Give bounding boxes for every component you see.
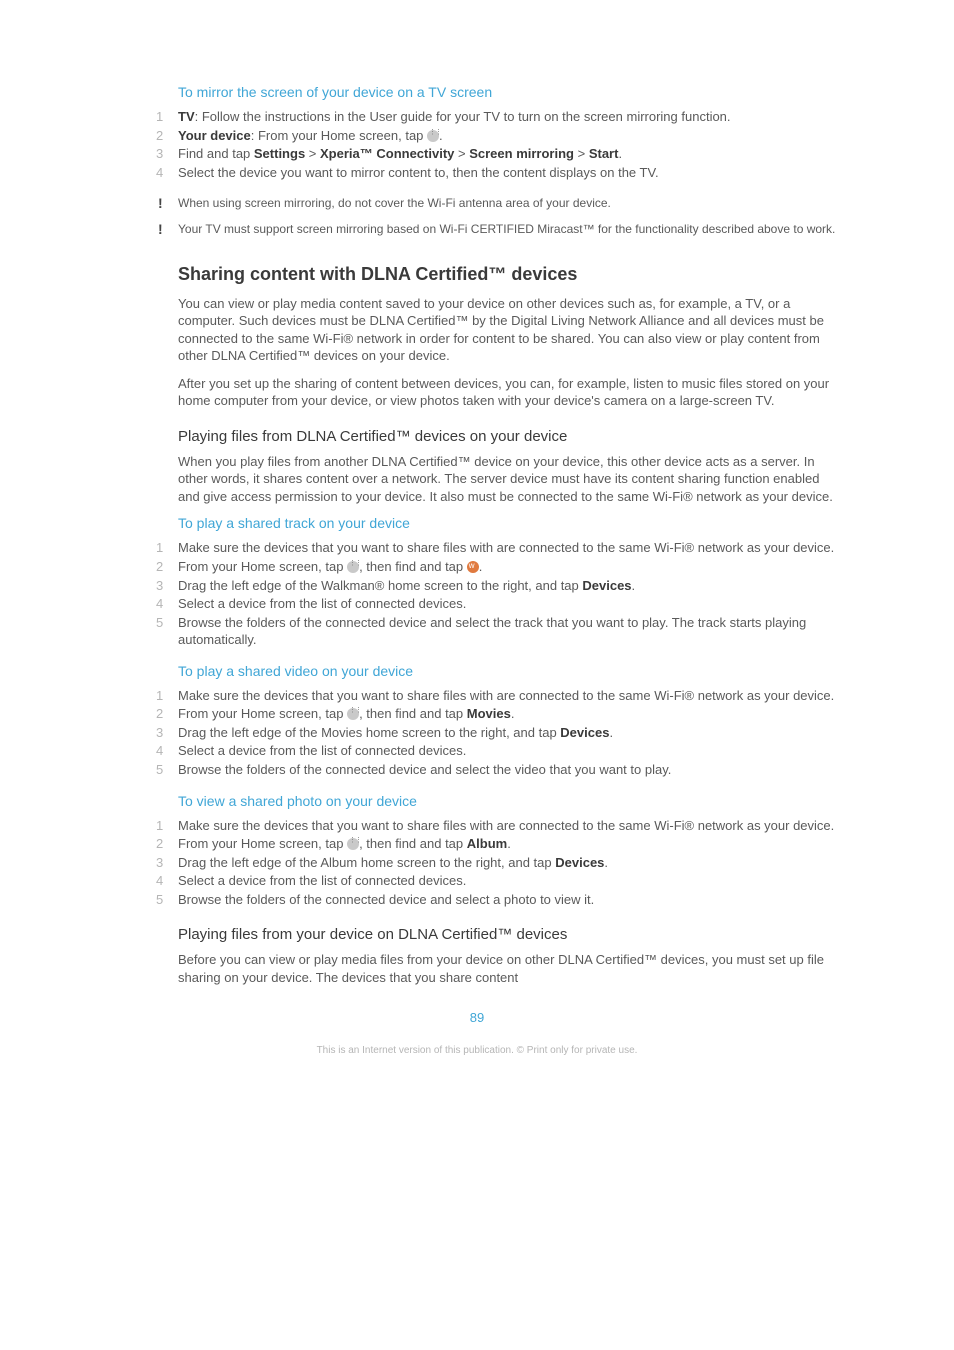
step-text: . [479,559,483,574]
steps-mirror: TV: Follow the instructions in the User … [110,108,844,181]
apps-icon [347,708,359,720]
walkman-icon [467,561,479,573]
step-text: . [507,836,511,851]
list-item: Browse the folders of the connected devi… [110,761,844,779]
list-item: Make sure the devices that you want to s… [110,817,844,835]
step-text: , then find and tap [359,836,467,851]
ui-label-devices: Devices [582,578,631,593]
step-label: Your device [178,128,251,143]
heading-play-on: Playing files from your device on DLNA C… [178,926,844,943]
list-item: Make sure the devices that you want to s… [110,539,844,557]
step-text: , then find and tap [359,559,467,574]
separator: > [574,146,589,161]
list-item: Drag the left edge of the Album home scr… [110,854,844,872]
step-text: : From your Home screen, tap [251,128,427,143]
procedure-title-photo: To view a shared photo on your device [178,793,844,809]
document-page: To mirror the screen of your device on a… [0,0,954,1350]
step-text: Drag the left edge of the Movies home sc… [178,725,560,740]
warning-text: When using screen mirroring, do not cove… [178,196,611,210]
list-item: Your device: From your Home screen, tap … [110,127,844,145]
step-text: From your Home screen, tap [178,559,347,574]
ui-label-devices: Devices [560,725,609,740]
warning-note: ! When using screen mirroring, do not cov… [110,195,844,211]
step-text: . [609,725,613,740]
list-item: Drag the left edge of the Walkman® home … [110,577,844,595]
ui-path-screen-mirroring: Screen mirroring [469,146,574,161]
steps-photo: Make sure the devices that you want to s… [110,817,844,909]
paragraph: After you set up the sharing of content … [178,375,844,410]
step-text: Drag the left edge of the Walkman® home … [178,578,582,593]
ui-path-start: Start [589,146,619,161]
steps-video: Make sure the devices that you want to s… [110,687,844,779]
footnote: This is an Internet version of this publ… [110,1045,844,1056]
list-item: Find and tap Settings > Xperia™ Connecti… [110,145,844,163]
apps-icon [347,561,359,573]
step-text: : Follow the instructions in the User gu… [195,109,731,124]
paragraph: You can view or play media content saved… [178,295,844,365]
step-text: . [618,146,622,161]
list-item: From your Home screen, tap , then find a… [110,558,844,576]
step-label: TV [178,109,195,124]
list-item: From your Home screen, tap , then find a… [110,835,844,853]
list-item: Make sure the devices that you want to s… [110,687,844,705]
exclamation-icon: ! [158,220,163,239]
heading-play-from: Playing files from DLNA Certified™ devic… [178,428,844,445]
apps-icon [347,838,359,850]
ui-label-album: Album [467,836,507,851]
procedure-title-mirror: To mirror the screen of your device on a… [178,84,844,100]
apps-icon [427,130,439,142]
exclamation-icon: ! [158,194,163,213]
paragraph: Before you can view or play media files … [178,951,844,986]
list-item: Select the device you want to mirror con… [110,164,844,182]
procedure-title-track: To play a shared track on your device [178,515,844,531]
list-item: TV: Follow the instructions in the User … [110,108,844,126]
page-number: 89 [110,1010,844,1025]
list-item: Select a device from the list of connect… [110,595,844,613]
procedure-title-video: To play a shared video on your device [178,663,844,679]
warning-note: ! Your TV must support screen mirroring b… [110,221,844,237]
ui-path-settings: Settings [254,146,305,161]
separator: > [305,146,320,161]
step-text: , then find and tap [359,706,467,721]
warning-text: Your TV must support screen mirroring ba… [178,222,835,236]
ui-label-devices: Devices [555,855,604,870]
step-text: Drag the left edge of the Album home scr… [178,855,555,870]
list-item: Drag the left edge of the Movies home sc… [110,724,844,742]
list-item: Select a device from the list of connect… [110,872,844,890]
step-text: Find and tap [178,146,254,161]
list-item: Browse the folders of the connected devi… [110,614,844,649]
step-text: From your Home screen, tap [178,836,347,851]
heading-dlna: Sharing content with DLNA Certified™ dev… [178,264,844,285]
steps-track: Make sure the devices that you want to s… [110,539,844,648]
ui-path-connectivity: Xperia™ Connectivity [320,146,454,161]
step-text: . [604,855,608,870]
list-item: From your Home screen, tap , then find a… [110,705,844,723]
paragraph: When you play files from another DLNA Ce… [178,453,844,506]
list-item: Browse the folders of the connected devi… [110,891,844,909]
step-text: . [632,578,636,593]
separator: > [454,146,469,161]
list-item: Select a device from the list of connect… [110,742,844,760]
step-text: From your Home screen, tap [178,706,347,721]
ui-label-movies: Movies [467,706,511,721]
step-text: . [511,706,515,721]
